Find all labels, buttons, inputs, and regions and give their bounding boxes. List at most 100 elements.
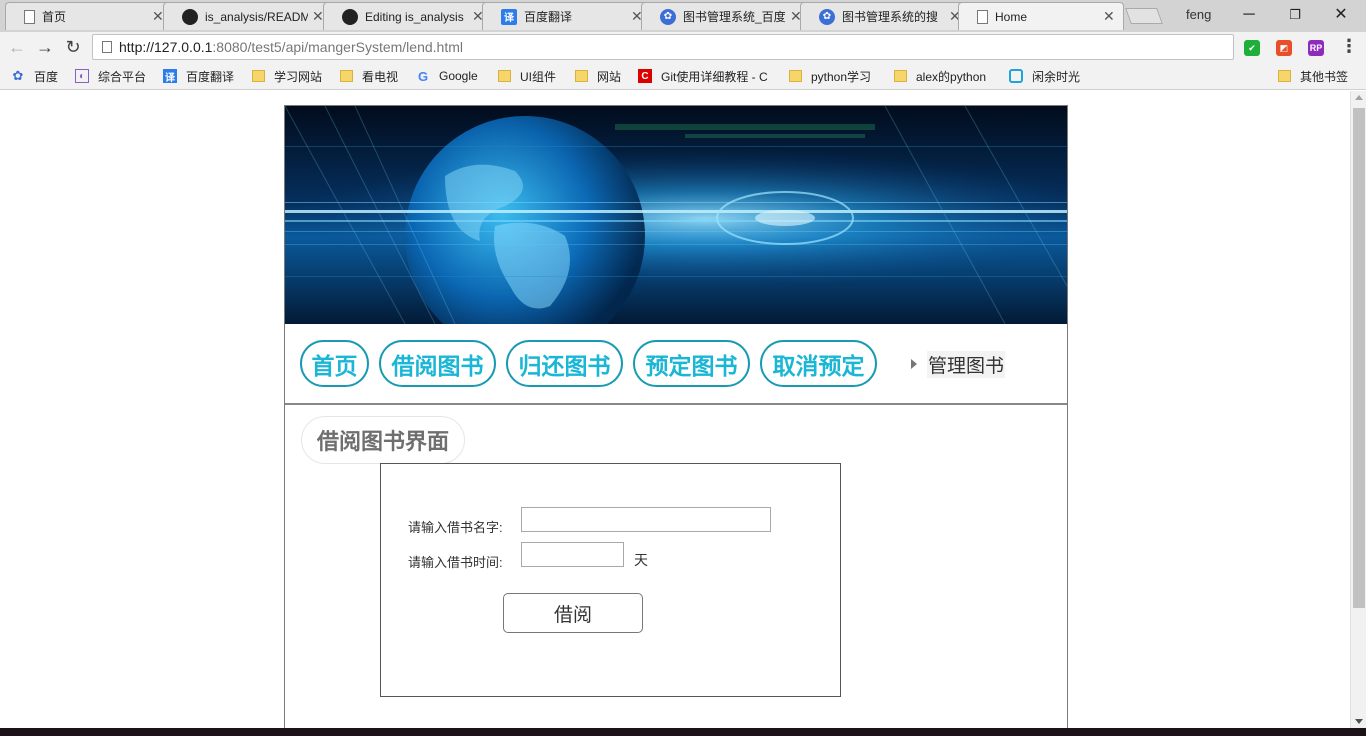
bookmark-label: Git使用详细教程 - C — [661, 69, 768, 84]
browser-tab[interactable]: 首页 ✕ — [5, 2, 173, 30]
back-arrow-icon[interactable]: ← — [6, 36, 28, 58]
bookmark-label: python学习 — [811, 69, 872, 84]
tab-title: Editing is_analysis — [365, 9, 464, 24]
github-icon — [182, 8, 198, 25]
bookmark-item[interactable]: C Git使用详细教程 - C — [638, 68, 768, 84]
restore-icon[interactable]: ❐ — [1272, 4, 1318, 26]
close-window-icon[interactable]: ✕ — [1318, 4, 1364, 26]
section-title: 借阅图书界面 — [301, 416, 465, 464]
github-icon — [342, 8, 358, 25]
bookmark-item[interactable]: UI组件 — [498, 68, 556, 84]
folder-icon — [340, 70, 353, 82]
folder-icon — [894, 70, 907, 82]
bookmark-label: 学习网站 — [274, 69, 323, 84]
book-name-label: 请输入借书名字: — [408, 520, 503, 535]
borrow-days-input[interactable] — [521, 542, 624, 567]
folder-icon — [789, 70, 802, 82]
bilibili-icon — [1009, 69, 1023, 83]
bookmark-item[interactable]: alex的python — [894, 68, 986, 84]
csdn-icon: C — [638, 69, 652, 83]
bookmark-label: 网站 — [597, 69, 622, 84]
close-icon[interactable]: ✕ — [1103, 8, 1115, 25]
browser-tab[interactable]: ✿ 图书管理系统的搜 ✕ — [800, 2, 970, 30]
tab-title: 首页 — [42, 10, 67, 24]
profile-name[interactable]: feng — [1186, 7, 1211, 22]
borrow-form: 请输入借书名字: 请输入借书时间: 天 借阅 — [380, 463, 841, 697]
bookmark-item[interactable]: 看电视 — [340, 68, 398, 84]
google-icon: G — [417, 68, 429, 84]
borrow-submit-button[interactable]: 借阅 — [503, 593, 643, 633]
baidu-paw-icon: ✿ — [819, 8, 835, 25]
banner-image — [285, 106, 1067, 324]
folder-icon — [498, 70, 511, 82]
reload-icon[interactable]: ↻ — [62, 36, 84, 58]
main-nav: 首页 借阅图书 归还图书 预定图书 取消预定 管理图书 — [285, 324, 1067, 405]
bookmark-label: UI组件 — [520, 69, 557, 84]
bookmark-label: Google — [439, 69, 478, 83]
nav-borrow-button[interactable]: 借阅图书 — [379, 340, 496, 387]
bookmarks-bar: ✿ 百度 ◐ 综合平台 译百度翻译 学习网站 看电视 G Google UI组件 网站… — [0, 62, 1366, 90]
nav-cancel-reserve-button[interactable]: 取消预定 — [760, 340, 877, 387]
bookmark-item[interactable]: 闲余时光 — [1009, 68, 1080, 84]
scroll-thumb[interactable] — [1353, 108, 1365, 608]
bookmark-label: 综合平台 — [98, 69, 147, 84]
minimize-icon[interactable]: ─ — [1226, 4, 1272, 26]
browser-tab-active[interactable]: Home ✕ — [958, 2, 1124, 30]
folder-icon — [1278, 70, 1291, 82]
bookmark-label: 其他书签 — [1300, 69, 1349, 84]
bookmark-item[interactable]: python学习 — [789, 68, 871, 84]
page-info-icon[interactable] — [102, 41, 112, 53]
rp-extension-icon[interactable]: RP — [1308, 40, 1324, 56]
shield-extension-icon[interactable]: ✔ — [1244, 40, 1260, 56]
page-container: 首页 借阅图书 归还图书 预定图书 取消预定 管理图书 借阅图书界面 请输入借书… — [284, 105, 1068, 728]
tab-title: is_analysis/READM — [205, 9, 308, 24]
nav-reserve-button[interactable]: 预定图书 — [633, 340, 750, 387]
tab-title: 百度翻译 — [524, 10, 573, 24]
nav-manage-label: 管理图书 — [927, 350, 1006, 378]
nav-return-button[interactable]: 归还图书 — [506, 340, 623, 387]
bookmark-item[interactable]: 学习网站 — [252, 68, 322, 84]
bookmark-label: 百度 — [34, 69, 59, 84]
tab-title: Home — [995, 9, 1028, 24]
menu-icon[interactable]: ⋮ — [1340, 36, 1358, 57]
browser-tab[interactable]: Editing is_analysis ✕ — [323, 2, 493, 30]
browser-tab[interactable]: is_analysis/READM ✕ — [163, 2, 333, 30]
bookmark-label: 看电视 — [362, 69, 399, 84]
browser-toolbar: ← → ↻ http://127.0.0.1:8080/test5/api/ma… — [0, 32, 1366, 62]
tab-title: 图书管理系统的搜 — [842, 10, 939, 24]
baidu-translate-icon: 译 — [163, 69, 177, 84]
baidu-paw-icon: ✿ — [660, 8, 676, 25]
bookmark-item[interactable]: 其他书签 — [1278, 68, 1348, 84]
folder-icon — [252, 70, 265, 82]
bookmark-item[interactable]: G Google — [416, 68, 478, 84]
tab-strip: 首页 ✕ is_analysis/READM ✕ Editing is_anal… — [0, 0, 1366, 32]
bookmark-item[interactable]: 网站 — [575, 68, 621, 84]
bookmark-item[interactable]: ✿ 百度 — [11, 68, 58, 84]
os-taskbar — [0, 728, 1366, 736]
scroll-up-arrow-icon[interactable] — [1355, 95, 1363, 100]
triangle-right-icon — [911, 359, 917, 369]
hub-icon: ◐ — [75, 69, 89, 83]
browser-tab[interactable]: ✿ 图书管理系统_百度 ✕ — [641, 2, 811, 30]
vertical-scrollbar[interactable] — [1350, 91, 1366, 728]
bookmark-item[interactable]: 译百度翻译 — [163, 68, 234, 84]
baidu-paw-icon: ✿ — [12, 68, 24, 83]
tab-title: 图书管理系统_百度 — [683, 10, 786, 24]
new-tab-button[interactable] — [1125, 8, 1163, 24]
folder-icon — [575, 70, 588, 82]
days-unit-label: 天 — [634, 552, 648, 568]
tech-globe-banner-icon — [285, 106, 1067, 324]
book-name-input[interactable] — [521, 507, 771, 532]
bookmark-item[interactable]: ◐ 综合平台 — [75, 68, 146, 84]
bookmark-label: 百度翻译 — [186, 69, 235, 84]
forward-arrow-icon[interactable]: → — [34, 36, 56, 58]
baidu-translate-icon: 译 — [501, 8, 517, 25]
bookmark-label: alex的python — [916, 69, 987, 84]
color-extension-icon[interactable]: ◩ — [1276, 40, 1292, 56]
browser-tab[interactable]: 译 百度翻译 ✕ — [482, 2, 652, 30]
address-bar[interactable]: http://127.0.0.1:8080/test5/api/mangerSy… — [92, 34, 1234, 60]
scroll-down-arrow-icon[interactable] — [1355, 719, 1363, 724]
nav-home-button[interactable]: 首页 — [300, 340, 369, 387]
borrow-days-label: 请输入借书时间: — [408, 555, 503, 570]
nav-manage-dropdown[interactable]: 管理图书 — [911, 350, 1006, 378]
